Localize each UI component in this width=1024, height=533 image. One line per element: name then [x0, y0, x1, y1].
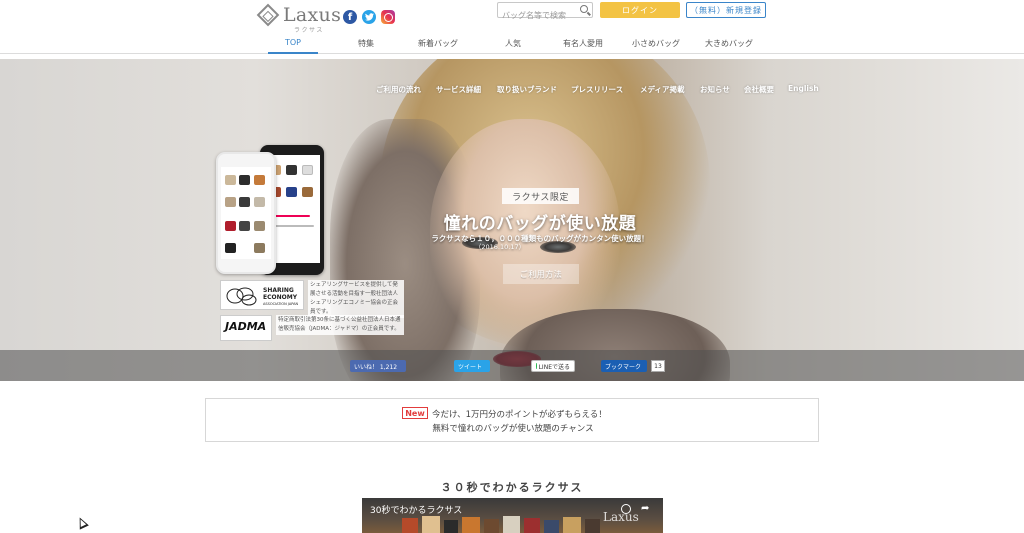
hatena-bookmark-button[interactable]: ブックマーク [601, 360, 647, 372]
jadma-description: 特定商取引法第30条に基づく公益社団法人日本通信販売協会（JADMA：ジャドマ）… [276, 315, 404, 335]
hero-nav-brands[interactable]: 取り扱いブランド [497, 84, 557, 95]
phone-screen [221, 167, 271, 259]
share-icon[interactable]: ➦ [641, 503, 649, 514]
logo-text: Laxus [283, 4, 342, 26]
tweet-button[interactable]: ツイート [454, 360, 490, 372]
nav-item-new-bags[interactable]: 新着バッグ [418, 38, 458, 49]
login-button[interactable]: ログイン [600, 2, 680, 18]
header-divider [0, 53, 1024, 54]
hero-nav-flow[interactable]: ご利用の流れ [376, 84, 421, 95]
notice-line-2: 無料で憧れのバッグが使い放題のチャンス [432, 424, 594, 434]
hero-headline: 憧れのバッグが使い放題 [443, 214, 637, 234]
sharing-loops-icon [226, 287, 257, 306]
limited-tag: ラクサス限定 [502, 188, 579, 204]
line-icon [536, 363, 537, 369]
jadma-badge[interactable]: JADMA [220, 315, 272, 341]
facebook-like-button[interactable]: いいね！ 1,212 [350, 360, 406, 372]
hero-date: （2016.10.17） [474, 243, 526, 251]
twitter-icon[interactable] [362, 10, 376, 24]
video-section-title: ３０秒でわかるラクサス [440, 481, 584, 494]
main-nav: TOP 特集 新着バッグ 人気 有名人愛用 小さめバッグ 大きめバッグ [256, 38, 768, 52]
video-logo: Laxus [603, 510, 639, 524]
hero-nav-press[interactable]: プレスリリース [571, 84, 623, 95]
search-box [497, 2, 593, 23]
video-title: 30秒でわかるラクサス [370, 506, 463, 516]
new-badge: New [402, 407, 428, 419]
nav-item-small-bags[interactable]: 小さめバッグ [632, 38, 680, 49]
howto-button[interactable]: ご利用方法 [503, 264, 579, 284]
facebook-icon[interactable]: f [343, 10, 357, 24]
watch-later-icon[interactable] [621, 504, 631, 514]
nav-item-large-bags[interactable]: 大きめバッグ [705, 38, 753, 49]
hero-nav-media[interactable]: メディア掲載 [640, 84, 684, 95]
search-input[interactable] [498, 8, 576, 23]
line-share-label: LINEで送る [538, 363, 570, 371]
sharing-economy-title: SHARING ECONOMY ASSOCIATION JAPAN [263, 287, 299, 306]
mouse-cursor-icon [75, 515, 89, 530]
logo-diamond-icon [256, 3, 280, 27]
search-icon[interactable] [580, 5, 588, 13]
hero-nav-english[interactable]: English [788, 84, 819, 93]
share-bar: いいね！ 1,212 ツイート LINEで送る ブックマーク 13 [0, 350, 1024, 381]
sharing-economy-badge[interactable]: SHARING ECONOMY ASSOCIATION JAPAN [220, 280, 304, 310]
hatena-count: 13 [651, 360, 665, 372]
laxus-logo[interactable]: Laxus ラクサス [256, 3, 342, 34]
intro-video[interactable]: 30秒でわかるラクサス Laxus ➦ [362, 498, 663, 533]
site-header: Laxus ラクサス f ログイン （無料）新規登録 TOP 特集 新着バッグ … [0, 0, 1024, 54]
logo-subtext: ラクサス [294, 27, 324, 34]
instagram-icon[interactable] [381, 10, 395, 24]
campaign-notice[interactable]: New 今だけ、1万円分のポイントが必ずもらえる！ 無料で憧れのバッグが使い放題… [205, 398, 819, 442]
nav-item-celebrity[interactable]: 有名人愛用 [563, 38, 603, 49]
sharing-economy-description: シェアリングサービスを提供して発展させる活動を目指す一般社団法人シェアリングエコ… [308, 280, 404, 318]
phone-mockup-iphone [216, 152, 276, 274]
hero-banner: ご利用の流れ サービス詳細 取り扱いブランド プレスリリース メディア掲載 お知… [0, 59, 1024, 381]
register-button[interactable]: （無料）新規登録 [686, 2, 766, 18]
jadma-logo: JADMA [225, 320, 267, 333]
active-nav-underline [268, 52, 318, 54]
hero-nav-company[interactable]: 会社概要 [744, 84, 774, 95]
hero-nav-service[interactable]: サービス詳細 [436, 84, 481, 95]
hero-nav-news[interactable]: お知らせ [700, 84, 730, 95]
line-share-button[interactable]: LINEで送る [531, 360, 575, 372]
nav-item-features[interactable]: 特集 [358, 38, 374, 49]
hero-nav: ご利用の流れ サービス詳細 取り扱いブランド プレスリリース メディア掲載 お知… [0, 84, 1024, 96]
nav-item-top[interactable]: TOP [285, 38, 301, 47]
nav-item-popular[interactable]: 人気 [505, 38, 521, 49]
notice-line-1: 今だけ、1万円分のポイントが必ずもらえる！ [432, 410, 607, 420]
